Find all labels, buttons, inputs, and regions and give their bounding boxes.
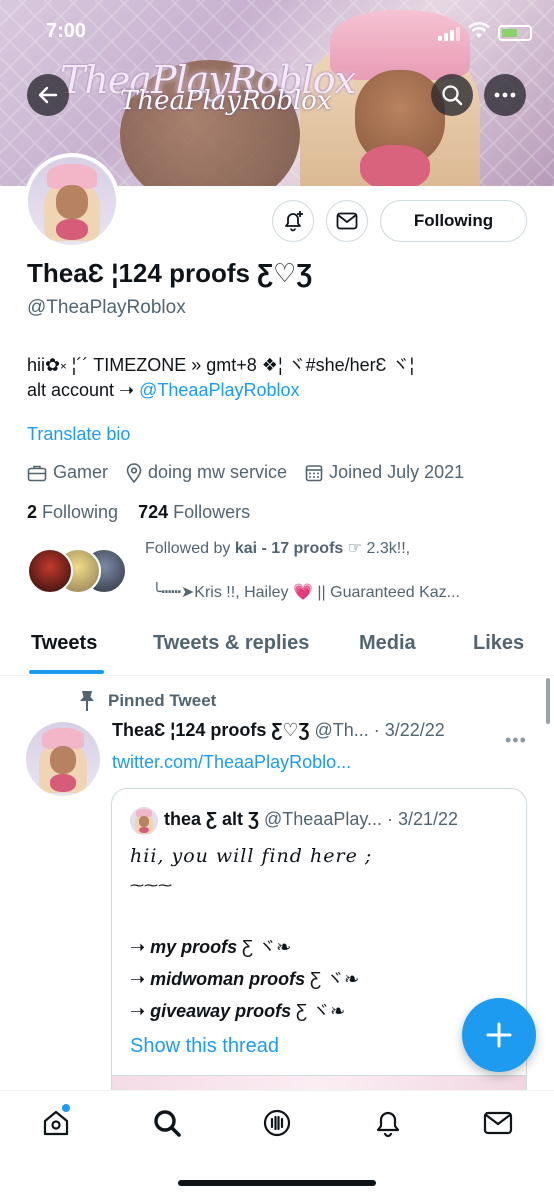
follow-counts: 2 Following 724 Followers [27,502,250,523]
nav-notifications[interactable] [372,1107,404,1139]
tab-tweets-replies[interactable]: Tweets & replies [153,632,309,655]
following-label: Following [42,502,119,522]
tab-tweets[interactable]: Tweets [31,632,97,655]
location-item: doing mw service [126,462,287,483]
search-icon [154,1110,181,1137]
quoted-item-3-suffix: Ƹ ヾ❧ [291,1001,346,1021]
followers-count: 724 [138,502,169,522]
signal-icon [438,27,460,41]
quoted-header: thea Ƹ alt Ʒ @TheaaPlay... · 3/21/22 [164,809,458,830]
location-text: doing mw service [148,462,288,482]
search-icon [442,85,463,106]
tweet-header: TheaƐ ¦124 proofs Ƹ♡Ʒ @Th... · 3/22/22 [112,720,445,741]
briefcase-icon [27,465,47,481]
category-text: Gamer [53,462,109,482]
followed-by-prefix: Followed by [145,540,235,557]
bell-icon [376,1111,400,1138]
category-item: Gamer [27,462,108,483]
profile-handle: @TheaPlayRoblox [27,297,186,318]
tweet-author-avatar[interactable] [26,722,100,796]
joined-item: Joined July 2021 [305,462,464,483]
quoted-author-name: thea Ƹ alt Ʒ [164,809,260,829]
translate-bio-link[interactable]: Translate bio [27,424,130,445]
pinned-tweet-text: Pinned Tweet [108,691,217,710]
quoted-item-2-arrow: ➝ [130,969,151,989]
quoted-item-1: ➝ my proofs Ƹ ヾ❧ [130,933,291,959]
profile-meta: Gamer doing mw service Joined July 2021 [27,462,482,483]
profile-avatar[interactable] [24,153,120,249]
arrow-left-icon [38,86,58,104]
quoted-item-1-suffix: Ƹ ヾ❧ [237,937,292,957]
scrollbar[interactable] [546,678,550,724]
following-count-link[interactable]: 2 Following [27,502,118,522]
compose-tweet-button[interactable] [462,998,536,1072]
tweet-author-name[interactable]: TheaƐ ¦124 proofs Ƹ♡Ʒ [112,720,309,740]
follower-avatar-1 [27,548,73,594]
status-bar: 7:00 [0,0,554,62]
followed-by-rest: ☞ 2.3k!!, [343,540,411,557]
location-pin-icon [126,462,142,483]
status-time: 7:00 [46,20,87,42]
quoted-item-2-text: midwoman proofs [150,969,306,989]
nav-search[interactable] [151,1107,183,1139]
home-icon [43,1110,69,1136]
spaces-icon [263,1109,291,1137]
plus-icon [486,1022,512,1048]
notifications-subscribe-button[interactable] [272,200,314,242]
bio-alt-label: alt account ➝ [27,380,140,400]
tweet-more-icon[interactable]: ••• [505,730,527,751]
envelope-icon [483,1111,513,1135]
quoted-item-2-suffix: Ƹ ヾ❧ [305,969,360,989]
quoted-item-3-text: giveaway proofs [150,1001,292,1021]
followed-by-avatars[interactable] [27,548,137,596]
quoted-item-1-text: my proofs [150,937,238,957]
show-thread-link[interactable]: Show this thread [130,1035,279,1058]
bio-line-2: alt account ➝ @TheaaPlayRoblox [27,380,300,401]
search-button[interactable] [431,74,473,116]
tweet-author-meta: @Th... · 3/22/22 [309,720,445,740]
active-tab-indicator [29,670,104,674]
followed-by-line-2[interactable]: ╰┅┅➤Kris !!, Hailey 💗 || Guaranteed Kaz.… [152,582,460,602]
bio-alt-link[interactable]: @TheaaPlayRoblox [139,380,299,400]
home-indicator[interactable] [178,1180,376,1186]
envelope-icon [336,212,358,230]
quoted-item-2: ➝ midwoman proofs Ƹ ヾ❧ [130,965,359,991]
banner-logo-sub: TheaPlayRoblox [120,86,332,116]
quoted-tweet[interactable]: thea Ƹ alt Ʒ @TheaaPlay... · 3/21/22 hii… [111,788,527,1108]
following-button[interactable]: Following [380,200,527,242]
nav-messages[interactable] [482,1107,514,1139]
home-notification-dot [62,1104,70,1112]
tab-media[interactable]: Media [359,632,416,655]
pinned-tweet-label: Pinned Tweet [78,690,216,712]
following-count: 2 [27,502,38,522]
tweet-link[interactable]: twitter.com/TheaaPlayRoblo... [112,752,351,773]
banner-teddy-bear [360,145,430,186]
profile-tabs: Tweets Tweets & replies Media Likes [0,620,554,676]
profile-name: TheaƐ ¦124 proofs Ƹ♡Ʒ [27,258,313,288]
followed-by-line-1[interactable]: Followed by kai - 17 proofs ☞ 2.3k!!, [145,538,410,558]
followed-by-name: kai - 17 proofs [234,540,344,557]
quoted-item-3-arrow: ➝ [130,1001,151,1021]
pin-icon [80,691,94,711]
message-button[interactable] [326,200,368,242]
joined-text: Joined July 2021 [329,462,465,482]
battery-icon [498,25,532,41]
quoted-item-1-arrow: ➝ [130,937,151,957]
followers-count-link[interactable]: 724 Followers [138,502,250,522]
quoted-author-meta: @TheaaPlay... · 3/21/22 [259,809,459,829]
quoted-line-2: ⁓⁓⁓ [130,877,172,893]
quoted-item-3: ➝ giveaway proofs Ƹ ヾ❧ [130,997,345,1023]
quoted-line-1: hii, you will find here ; [130,845,373,867]
calendar-icon [305,464,323,481]
bell-plus-icon [285,211,303,232]
wifi-icon [468,22,490,38]
quoted-author-avatar [130,807,158,835]
more-horizontal-icon [494,92,516,98]
nav-spaces[interactable] [261,1107,293,1139]
followers-label: Followers [173,502,251,522]
back-button[interactable] [27,74,69,116]
more-options-button[interactable] [484,74,526,116]
tab-likes[interactable]: Likes [473,632,524,655]
